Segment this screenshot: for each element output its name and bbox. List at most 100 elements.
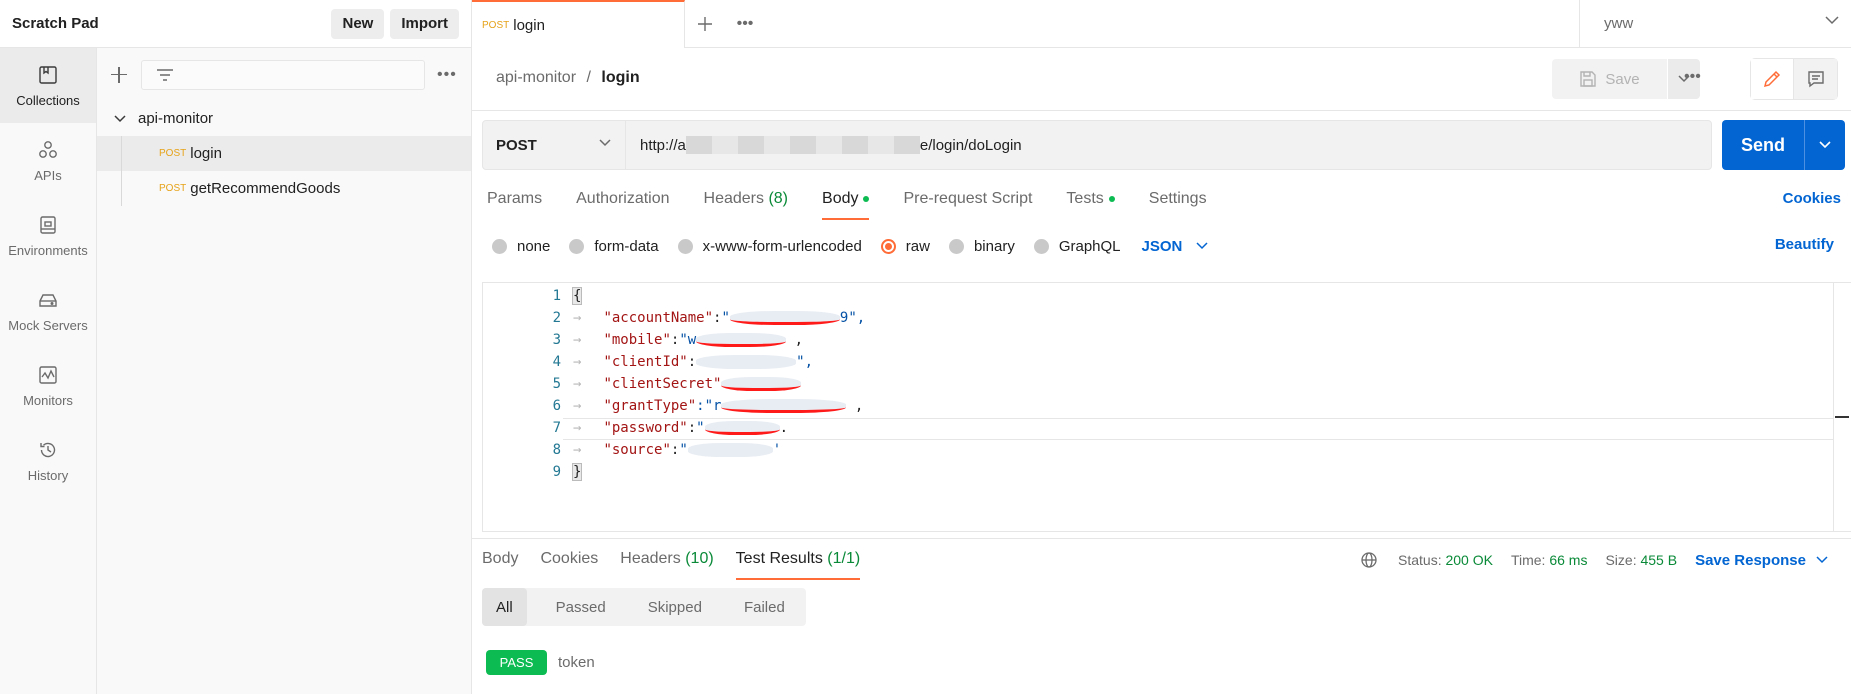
filter-passed[interactable]: Passed: [535, 588, 627, 626]
filter-input[interactable]: [141, 59, 425, 90]
json-value-fragment: .: [779, 420, 789, 436]
send-button[interactable]: Send: [1722, 120, 1805, 170]
response-status: Status: 200 OK Time: 66 ms Size: 455 B S…: [1360, 550, 1828, 570]
save-label: Save: [1605, 70, 1640, 88]
code-editor[interactable]: 1 { 2 → "accountName":" 9", 3 → "mobile":"w…: [482, 282, 1851, 532]
filter-skipped[interactable]: Skipped: [627, 588, 723, 626]
collection-folder[interactable]: api-monitor: [97, 101, 471, 136]
body-type-binary[interactable]: binary: [948, 238, 1015, 255]
line-number: 4: [552, 354, 561, 370]
workspace-title[interactable]: Scratch Pad: [12, 15, 325, 32]
code-line: 4 → "clientId": ",: [483, 351, 1833, 373]
save-response-label: Save Response: [1695, 551, 1806, 569]
tab-headers[interactable]: Headers (8): [704, 190, 789, 220]
more-actions-icon[interactable]: •••: [437, 66, 457, 84]
json-key: "clientSecret": [603, 376, 722, 392]
body-type-urlencoded[interactable]: x-www-form-urlencoded: [677, 237, 862, 255]
more-actions-icon[interactable]: •••: [1684, 68, 1701, 86]
status-code[interactable]: Status: 200 OK: [1398, 552, 1493, 568]
code-line: 5 → "clientSecret": [483, 373, 1833, 395]
comments-button[interactable]: [1794, 59, 1837, 99]
radio-icon: [1033, 238, 1049, 254]
tab-response-headers[interactable]: Headers (10): [620, 550, 713, 580]
line-number: 7: [552, 420, 561, 436]
tab-more-icon[interactable]: •••: [725, 0, 765, 47]
format-select[interactable]: JSON: [1142, 238, 1209, 255]
sidebar-item-environments[interactable]: Environments: [0, 198, 96, 273]
save-response-button[interactable]: Save Response: [1695, 552, 1828, 569]
breadcrumb-request[interactable]: login: [601, 69, 639, 86]
body-type-graphql[interactable]: GraphQL: [1033, 238, 1121, 255]
mock-servers-icon: [39, 293, 57, 307]
environment-selector[interactable]: yww: [1579, 0, 1851, 47]
new-tab-button[interactable]: [685, 0, 725, 47]
tab-tests[interactable]: Tests: [1066, 190, 1115, 220]
environment-value: yww: [1604, 15, 1634, 32]
body-type-form-data[interactable]: form-data: [569, 238, 659, 255]
redacted-value: [721, 377, 802, 391]
save-group: Save: [1552, 59, 1700, 99]
body-type-label: none: [517, 237, 551, 255]
radio-icon: [569, 238, 585, 254]
response-time[interactable]: Time: 66 ms: [1511, 552, 1588, 568]
body-type-raw[interactable]: raw: [880, 237, 930, 255]
code-line: 8 → "source":" ': [483, 439, 1833, 461]
tab-body[interactable]: Body: [822, 190, 870, 220]
tab-login[interactable]: POST login: [472, 0, 685, 48]
body-type-label: raw: [905, 237, 930, 255]
sidebar-item-mock-servers[interactable]: Mock Servers: [0, 273, 96, 348]
save-button[interactable]: Save: [1552, 59, 1667, 99]
tab-response-body[interactable]: Body: [482, 550, 518, 580]
sidebar-item-monitors[interactable]: Monitors: [0, 348, 96, 423]
tab-authorization[interactable]: Authorization: [576, 190, 669, 220]
filter-failed[interactable]: Failed: [723, 588, 806, 626]
comment-icon: [1807, 71, 1824, 88]
sidebar-item-apis[interactable]: APIs: [0, 123, 96, 198]
code-line: 6 → "grantType":"r ,: [483, 395, 1833, 417]
method-select[interactable]: POST: [483, 121, 626, 169]
open-brace: {: [571, 287, 583, 305]
sidebar-item-collections[interactable]: Collections: [0, 48, 96, 123]
header-divider: [472, 110, 1851, 111]
chevron-down-icon: [114, 114, 126, 122]
breadcrumb-collection[interactable]: api-monitor: [496, 69, 576, 86]
size-value: 455 B: [1640, 552, 1678, 568]
edit-mode-button[interactable]: [1751, 59, 1794, 99]
response-size[interactable]: Size: 455 B: [1605, 552, 1677, 568]
headers-count: (10): [685, 550, 714, 567]
tab-prerequest-script[interactable]: Pre-request Script: [903, 190, 1032, 220]
json-key: "grantType": [603, 398, 697, 414]
url-bar: POST http://a e/login/doLogin: [482, 120, 1712, 170]
size-label: Size:: [1605, 552, 1637, 568]
status-dot: [863, 195, 870, 202]
editor-scrollbar[interactable]: [1833, 283, 1851, 531]
tab-settings[interactable]: Settings: [1149, 190, 1207, 220]
cookies-link[interactable]: Cookies: [1783, 190, 1841, 207]
tab-label: Headers: [620, 550, 681, 567]
save-icon: [1580, 71, 1597, 87]
url-input[interactable]: http://a e/login/doLogin: [626, 121, 1711, 169]
body-type-label: x-www-form-urlencoded: [702, 237, 862, 255]
response-divider[interactable]: [472, 538, 1851, 539]
list-item[interactable]: POST login: [97, 136, 471, 171]
radio-icon: [948, 238, 964, 254]
send-dropdown-button[interactable]: [1805, 120, 1845, 170]
tab-test-results[interactable]: Test Results (1/1): [735, 550, 860, 580]
body-type-options: none form-data x-www-form-urlencoded raw…: [492, 235, 1208, 257]
globe-icon[interactable]: [1360, 551, 1378, 569]
tab-label: login: [513, 16, 545, 34]
line-number: 3: [552, 332, 561, 348]
tab-response-cookies[interactable]: Cookies: [540, 550, 598, 580]
sidebar-item-history[interactable]: History: [0, 423, 96, 498]
json-value-fragment: :: [687, 354, 697, 370]
import-button[interactable]: Import: [390, 8, 459, 39]
new-button[interactable]: New: [331, 8, 385, 39]
pencil-icon: [1763, 70, 1781, 88]
filter-all[interactable]: All: [482, 588, 527, 626]
body-type-none[interactable]: none: [492, 238, 550, 255]
add-collection-icon[interactable]: [107, 63, 131, 87]
list-item[interactable]: POST getRecommendGoods: [97, 171, 471, 206]
request-name: login: [190, 145, 222, 162]
tab-params[interactable]: Params: [487, 190, 542, 220]
beautify-link[interactable]: Beautify: [1775, 236, 1834, 253]
